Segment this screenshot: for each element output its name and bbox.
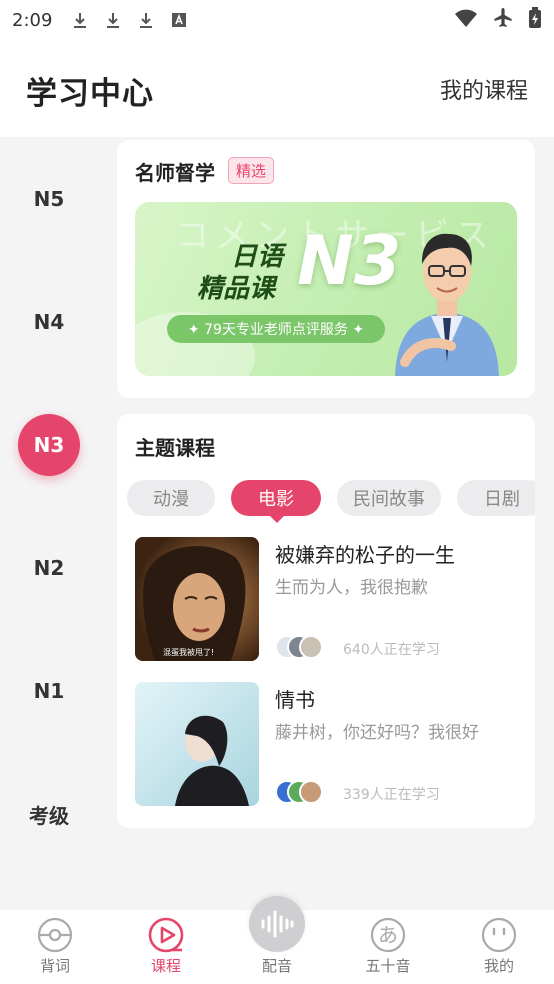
tab-drama[interactable]: 日剧: [457, 480, 535, 516]
thumbnail-caption: 混蛋我被甩了!: [163, 648, 215, 657]
nav-item-me[interactable]: 我的: [444, 910, 554, 984]
svg-text:あ: あ: [378, 923, 398, 947]
tab-anime[interactable]: 动漫: [127, 480, 215, 516]
bottom-nav: 背词 课程 配音 あ 五十音 我的: [0, 896, 554, 984]
topic-tabs: 动漫 电影 民间故事 日剧: [127, 480, 535, 516]
nav-label: 课程: [150, 957, 181, 975]
nav-label: 背词: [39, 957, 70, 975]
course-banner[interactable]: コメントサービス 日语 精品课 N3 ✦ 79天专业老师点评服务 ✦: [135, 202, 517, 376]
soundwave-icon: [261, 910, 294, 938]
course-thumbnail: [135, 682, 259, 806]
tab-folktale[interactable]: 民间故事: [337, 480, 441, 516]
level-item-n5[interactable]: N5: [0, 168, 98, 230]
banner-level: N3: [297, 222, 402, 301]
teacher-portrait: [395, 233, 499, 376]
avatar: [299, 780, 323, 804]
learner-count: 640人正在学习: [343, 642, 440, 658]
featured-card: 名师督学 精选 コメントサービス 日语 精品课 N3 ✦ 79天专业老师点评服务…: [117, 140, 535, 398]
hiragana-a-icon: あ: [370, 917, 406, 953]
battery-charging-icon: [528, 7, 542, 33]
status-bar: 2:09: [0, 0, 554, 40]
banner-pill: ✦ 79天专业老师点评服务 ✦: [167, 315, 385, 343]
pokeball-icon: [37, 917, 73, 953]
featured-title: 名师督学: [135, 161, 215, 185]
download-icon: [136, 10, 156, 30]
level-item-n3[interactable]: N3: [0, 414, 98, 476]
topic-courses-card: 主题课程 动漫 电影 民间故事 日剧 混蛋我被甩了! 被嫌弃的松子的一生 生而为…: [117, 414, 535, 828]
nav-label: 五十音: [365, 957, 411, 975]
smiley-face-icon: [481, 917, 517, 953]
course-thumbnail: 混蛋我被甩了!: [135, 537, 259, 661]
avatar: [299, 635, 323, 659]
page-header: 学习中心 我的课程: [0, 40, 554, 137]
level-sidebar: N5 N4 N3 N2 N1 考级: [0, 137, 98, 910]
level-item-exam[interactable]: 考级: [0, 783, 98, 845]
nav-item-courses[interactable]: 课程: [111, 910, 221, 984]
course-subtitle: 藤井树，你还好吗？我很好: [275, 723, 479, 743]
level-item-n2[interactable]: N2: [0, 537, 98, 599]
course-item[interactable]: 混蛋我被甩了! 被嫌弃的松子的一生 生而为人，我很抱歉 640人正在学习: [135, 537, 525, 661]
nav-item-words[interactable]: 背词: [0, 910, 110, 984]
course-title: 被嫌弃的松子的一生: [275, 543, 455, 567]
nav-item-kana[interactable]: あ 五十音: [333, 910, 443, 984]
level-item-n4[interactable]: N4: [0, 291, 98, 353]
level-label: N1: [33, 679, 65, 703]
download-icon: [103, 10, 123, 30]
my-courses-link[interactable]: 我的课程: [440, 73, 528, 105]
nav-label: 配音: [261, 957, 292, 975]
learner-count: 339人正在学习: [343, 787, 440, 803]
nav-label: 我的: [483, 957, 514, 975]
course-subtitle: 生而为人，我很抱歉: [275, 578, 428, 598]
banner-line2: 精品课: [197, 274, 276, 304]
level-label: 考级: [29, 803, 69, 828]
level-label: N4: [33, 310, 65, 334]
airplane-mode-icon: [492, 7, 514, 33]
topic-title: 主题课程: [135, 436, 215, 460]
play-circle-icon: [148, 917, 184, 953]
learner-avatars: [275, 780, 335, 806]
dubbing-button[interactable]: [249, 896, 305, 952]
level-label: N5: [33, 187, 65, 211]
content-panel: 名师督学 精选 コメントサービス 日语 精品课 N3 ✦ 79天专业老师点评服务…: [98, 137, 554, 910]
level-label: N2: [33, 556, 65, 580]
level-item-n1[interactable]: N1: [0, 660, 98, 722]
level-label: N3: [18, 414, 80, 476]
font-icon: [169, 10, 189, 30]
featured-tag: 精选: [228, 157, 275, 184]
status-time: 2:09: [12, 9, 53, 31]
page-title: 学习中心: [26, 76, 154, 112]
nav-item-dubbing[interactable]: 配音: [222, 896, 332, 984]
learner-avatars: [275, 635, 335, 661]
download-icon: [70, 10, 90, 30]
course-item[interactable]: 情书 藤井树，你还好吗？我很好 339人正在学习: [135, 682, 525, 806]
wifi-icon: [454, 8, 478, 32]
course-title: 情书: [275, 688, 315, 712]
active-tab-indicator: [269, 515, 285, 523]
tab-movie[interactable]: 电影: [231, 480, 321, 516]
